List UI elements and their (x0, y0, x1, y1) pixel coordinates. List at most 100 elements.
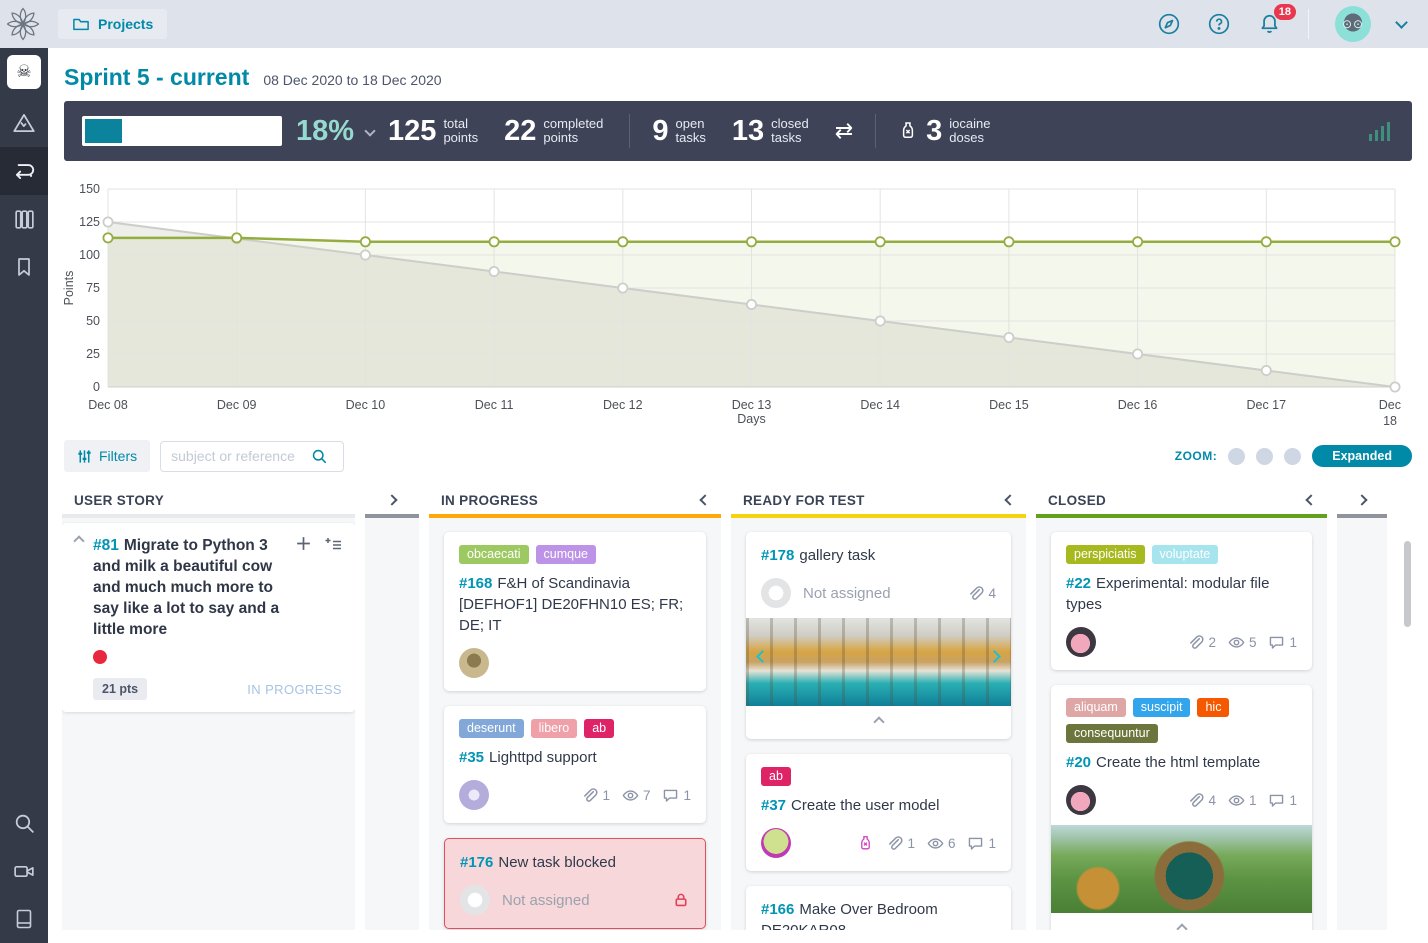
task-card-178[interactable]: #178 gallery task Not assigned 4 (746, 532, 1011, 739)
sidebar-item-issues[interactable] (0, 243, 48, 291)
svg-text:0: 0 (93, 380, 100, 394)
zoom-level-dot-1[interactable] (1228, 447, 1246, 465)
notifications-button[interactable]: 18 (1257, 3, 1296, 37)
attachment-count: 1 (907, 835, 915, 851)
avatar[interactable] (761, 828, 791, 858)
task-ref-link[interactable]: #176 (460, 854, 493, 871)
discover-button[interactable] (1157, 12, 1181, 36)
collapse-story-chevron-icon[interactable] (73, 535, 85, 547)
zoom-level-dot-2[interactable] (1256, 447, 1274, 465)
column-title: CLOSED (1048, 492, 1107, 508)
column-underline (1036, 514, 1327, 518)
stats-toggle-chevron-icon[interactable] (364, 125, 376, 137)
filters-button[interactable]: Filters (64, 440, 151, 472)
avatar-unassigned[interactable] (460, 885, 490, 915)
avatar[interactable] (459, 780, 489, 810)
sidebar-item-taskboard[interactable] (0, 147, 48, 195)
projects-button[interactable]: Projects (58, 9, 168, 39)
task-ref-link[interactable]: #178 (761, 547, 794, 564)
search-input[interactable] (171, 448, 312, 464)
expand-column-chevron-icon[interactable] (1356, 494, 1368, 506)
column-underline (365, 514, 419, 518)
task-ref-link[interactable]: #22 (1066, 575, 1091, 592)
gallery-next-icon[interactable] (988, 650, 1001, 663)
user-avatar[interactable]: ⊙⊙ (1335, 6, 1371, 42)
sprint-icon (16, 164, 35, 179)
user-story-title-text: Migrate to Python 3 and milk a beautiful… (93, 537, 280, 638)
task-card-20[interactable]: aliquam suscipit hic consequuntur #20 Cre… (1051, 685, 1312, 930)
task-card-168[interactable]: obcaecati cumque #168 F&H of Scandinavia … (444, 532, 706, 691)
task-card-166[interactable]: #166Make Over Bedroom DE20KAR08 (746, 886, 1011, 930)
paperclip-icon (1187, 634, 1204, 651)
zoom-expanded-button[interactable]: Expanded (1312, 445, 1412, 467)
collapse-column-chevron-icon[interactable] (699, 494, 711, 506)
task-card-176-blocked[interactable]: #176 New task blocked Not assigned (444, 838, 706, 929)
filters-button-label: Filters (99, 448, 138, 464)
sprint-stats-bar: 18% 125 total points 22 completed points 9… (64, 101, 1412, 161)
bookmark-icon (18, 258, 30, 276)
user-story-card[interactable]: #81 Migrate to Python 3 and milk a beauti… (62, 523, 355, 712)
expand-column-chevron-icon[interactable] (386, 494, 398, 506)
sidebar-item-wiki[interactable] (0, 895, 48, 943)
stat-label: tasks (771, 130, 802, 145)
vertical-scrollbar[interactable] (1404, 541, 1411, 627)
avatar[interactable] (459, 648, 489, 678)
help-button[interactable] (1207, 12, 1231, 36)
task-card-37[interactable]: ab #37 Create the user model 1 6 1 (746, 754, 1011, 871)
column-collapsed-archived (1337, 482, 1387, 930)
sprint-title: Sprint 5 - current (64, 64, 250, 90)
task-ref-link[interactable]: #37 (761, 797, 786, 814)
column-closed: CLOSED perspiciatis voluptate #22 Experim… (1036, 482, 1327, 930)
zoom-level-dot-3[interactable] (1284, 447, 1302, 465)
story-status-label[interactable]: IN PROGRESS (247, 682, 342, 697)
total-points-stat: 125 total points (388, 115, 478, 148)
user-story-ref-link[interactable]: #81 (93, 537, 119, 554)
task-ref-link[interactable]: #166 (761, 901, 794, 918)
video-camera-icon (13, 865, 34, 877)
task-ref-link[interactable]: #20 (1066, 754, 1091, 771)
collapse-preview-chevron-icon[interactable] (1175, 923, 1188, 930)
comment-icon (662, 787, 679, 804)
task-ref-link[interactable]: #168 (459, 575, 492, 592)
closed-tasks-stat: 13 closed tasks (732, 115, 809, 148)
taiga-logo-icon (6, 7, 40, 41)
eye-icon (1228, 634, 1245, 651)
taskboard: USER STORY #81 Migrate to Python 3 and mi… (62, 482, 1428, 930)
taiga-logo[interactable] (0, 5, 46, 43)
tag: libero (530, 719, 578, 738)
task-ref-link[interactable]: #35 (459, 749, 484, 766)
watcher-count: 1 (1248, 792, 1257, 808)
bulk-add-tasks-button[interactable] (324, 535, 342, 640)
iocaine-doses-stat: 3 iocaine doses (926, 115, 990, 148)
swap-view-icon[interactable]: ⇄ (835, 118, 853, 144)
gallery-prev-icon[interactable] (756, 650, 769, 663)
toggle-burndown-button[interactable] (1368, 119, 1394, 143)
sidebar-item-backlog[interactable] (0, 99, 48, 147)
paperclip-icon (581, 787, 598, 804)
sidebar-item-kanban[interactable] (0, 195, 48, 243)
sidebar-item-search[interactable] (0, 799, 48, 847)
avatar[interactable] (1066, 785, 1096, 815)
column-underline (731, 514, 1026, 518)
add-task-button[interactable] (295, 535, 312, 640)
avatar[interactable] (1066, 627, 1096, 657)
stat-label: points (543, 130, 579, 145)
collapse-column-chevron-icon[interactable] (1004, 494, 1016, 506)
collapse-column-chevron-icon[interactable] (1305, 494, 1317, 506)
story-points-badge[interactable]: 21 pts (93, 678, 148, 700)
task-card-35[interactable]: deserunt libero ab #35 Lighttpd support 1… (444, 706, 706, 823)
task-card-22[interactable]: perspiciatis voluptate #22 Experimental: … (1051, 532, 1312, 670)
attachment-count: 4 (1208, 792, 1216, 808)
collapse-preview-chevron-icon[interactable] (872, 716, 885, 728)
watcher-count: 5 (1248, 634, 1257, 650)
svg-text:Dec 16: Dec 16 (1118, 398, 1158, 412)
tag: deserunt (459, 719, 524, 738)
user-menu-chevron-icon[interactable] (1395, 15, 1408, 29)
paperclip-icon (1187, 792, 1204, 809)
filters-row: Filters ZOOM: Expanded (64, 440, 1412, 472)
project-avatar[interactable]: ☠ (7, 55, 41, 89)
tag: obcaecati (459, 545, 529, 564)
avatar-unassigned[interactable] (761, 578, 791, 608)
sidebar-item-meet[interactable] (0, 847, 48, 895)
tag: suscipit (1132, 698, 1191, 717)
